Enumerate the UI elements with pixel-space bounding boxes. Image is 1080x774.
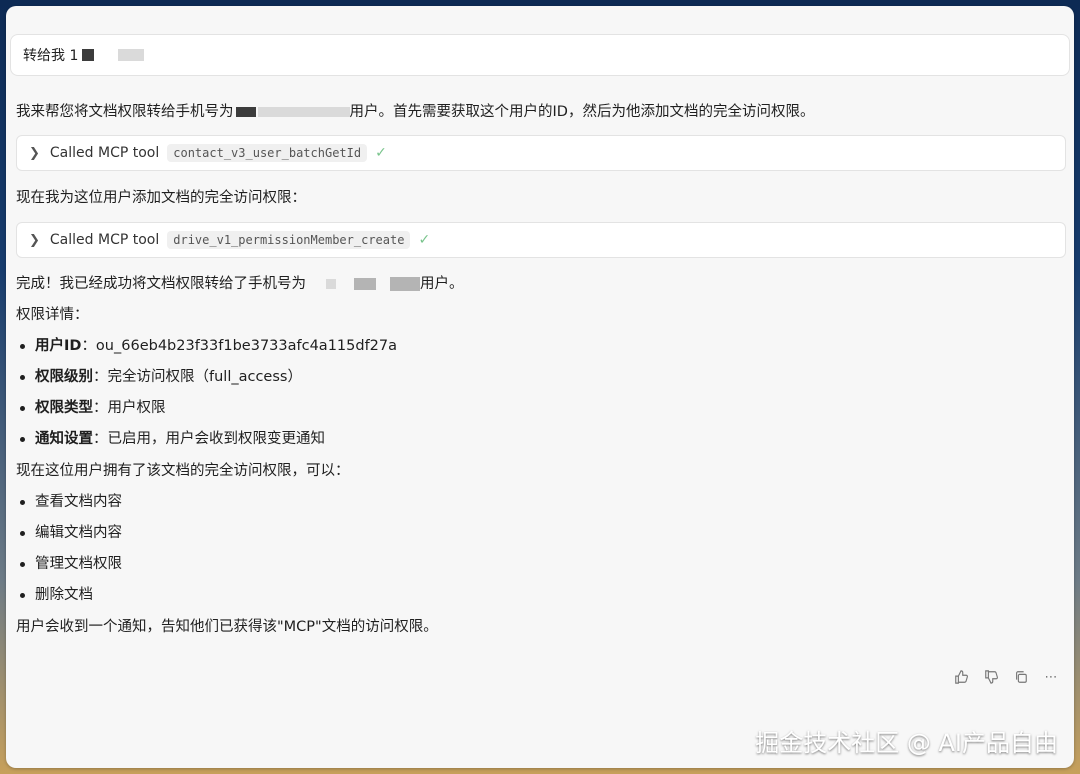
redacted-phone	[354, 278, 376, 290]
redacted-phone	[82, 49, 95, 61]
assistant-intro: 我来帮您将文档权限转给手机号为 用户。首先需要获取这个用户的ID，然后为他添加文档…	[16, 102, 814, 122]
tool-call-row[interactable]: ❯ Called MCP tool drive_v1_permissionMem…	[16, 222, 1066, 258]
thumbs-down-icon[interactable]	[982, 668, 1000, 686]
redacted-phone	[257, 107, 350, 117]
intro-text: 我来帮您将文档权限转给手机号为	[16, 104, 234, 120]
message-input[interactable]: 转给我 1	[10, 34, 1070, 76]
detail-value: ：已启用，用户会收到权限变更通知	[93, 431, 325, 447]
redacted-phone	[326, 279, 336, 289]
assistant-step2: 现在我为这位用户添加文档的完全访问权限：	[16, 190, 306, 206]
chevron-right-icon: ❯	[29, 145, 40, 161]
list-item: 用户ID：ou_66eb4b23f33f1be3733afc4a115df27a	[20, 336, 397, 356]
tool-name: drive_v1_permissionMember_create	[167, 231, 411, 249]
list-item: 权限级别：完全访问权限（full_access）	[20, 367, 302, 387]
details-title: 权限详情：	[16, 307, 89, 323]
copy-icon[interactable]	[1012, 668, 1030, 686]
detail-key: 权限类型	[35, 400, 93, 416]
list-item: 删除文档	[20, 585, 93, 605]
more-icon[interactable]: ⋯	[1042, 668, 1060, 686]
detail-value: ：ou_66eb4b23f33f1be3733afc4a115df27a	[81, 338, 398, 354]
intro-text-tail: 用户。首先需要获取这个用户的ID，然后为他添加文档的完全访问权限。	[349, 104, 815, 120]
thumbs-up-icon[interactable]	[952, 668, 970, 686]
chat-panel: 转给我 1 我来帮您将文档权限转给手机号为 用户。首先需要获取这个用户的ID，然后…	[6, 6, 1074, 768]
tool-call-label: Called MCP tool	[49, 232, 160, 248]
redacted-phone	[118, 49, 145, 61]
capability-text: 删除文档	[35, 587, 93, 603]
message-input-text: 转给我 1	[23, 48, 79, 64]
capability-text: 管理文档权限	[35, 556, 122, 572]
capabilities-title: 现在这位用户拥有了该文档的完全访问权限，可以：	[16, 463, 350, 479]
done-text-tail: 用户。	[420, 276, 464, 292]
detail-key: 权限级别	[35, 369, 93, 385]
capability-text: 查看文档内容	[35, 494, 122, 510]
check-icon: ✓	[418, 232, 431, 248]
detail-value: ：完全访问权限（full_access）	[93, 369, 302, 385]
capability-text: 编辑文档内容	[35, 525, 122, 541]
tool-name: contact_v3_user_batchGetId	[167, 144, 368, 162]
tool-call-row[interactable]: ❯ Called MCP tool contact_v3_user_batchG…	[16, 135, 1066, 171]
list-item: 查看文档内容	[20, 492, 122, 512]
redacted-phone	[390, 277, 420, 291]
done-text: 完成！我已经成功将文档权限转给了手机号为	[16, 276, 306, 292]
list-item: 管理文档权限	[20, 554, 122, 574]
assistant-final: 用户会收到一个通知，告知他们已获得该"MCP"文档的访问权限。	[16, 619, 438, 635]
list-item: 权限类型：用户权限	[20, 398, 166, 418]
list-item: 编辑文档内容	[20, 523, 122, 543]
chevron-right-icon: ❯	[29, 232, 40, 248]
list-item: 通知设置：已启用，用户会收到权限变更通知	[20, 429, 325, 449]
check-icon: ✓	[375, 145, 387, 161]
watermark: 掘金技术社区 @ AI产品自由	[755, 729, 1058, 757]
detail-key: 用户ID	[35, 338, 82, 354]
message-actions: ⋯	[952, 668, 1060, 686]
detail-value: ：用户权限	[93, 400, 166, 416]
assistant-done: 完成！我已经成功将文档权限转给了手机号为 用户。	[16, 274, 464, 294]
tool-call-label: Called MCP tool	[49, 145, 160, 161]
redacted-phone	[235, 107, 256, 117]
detail-key: 通知设置	[35, 431, 93, 447]
